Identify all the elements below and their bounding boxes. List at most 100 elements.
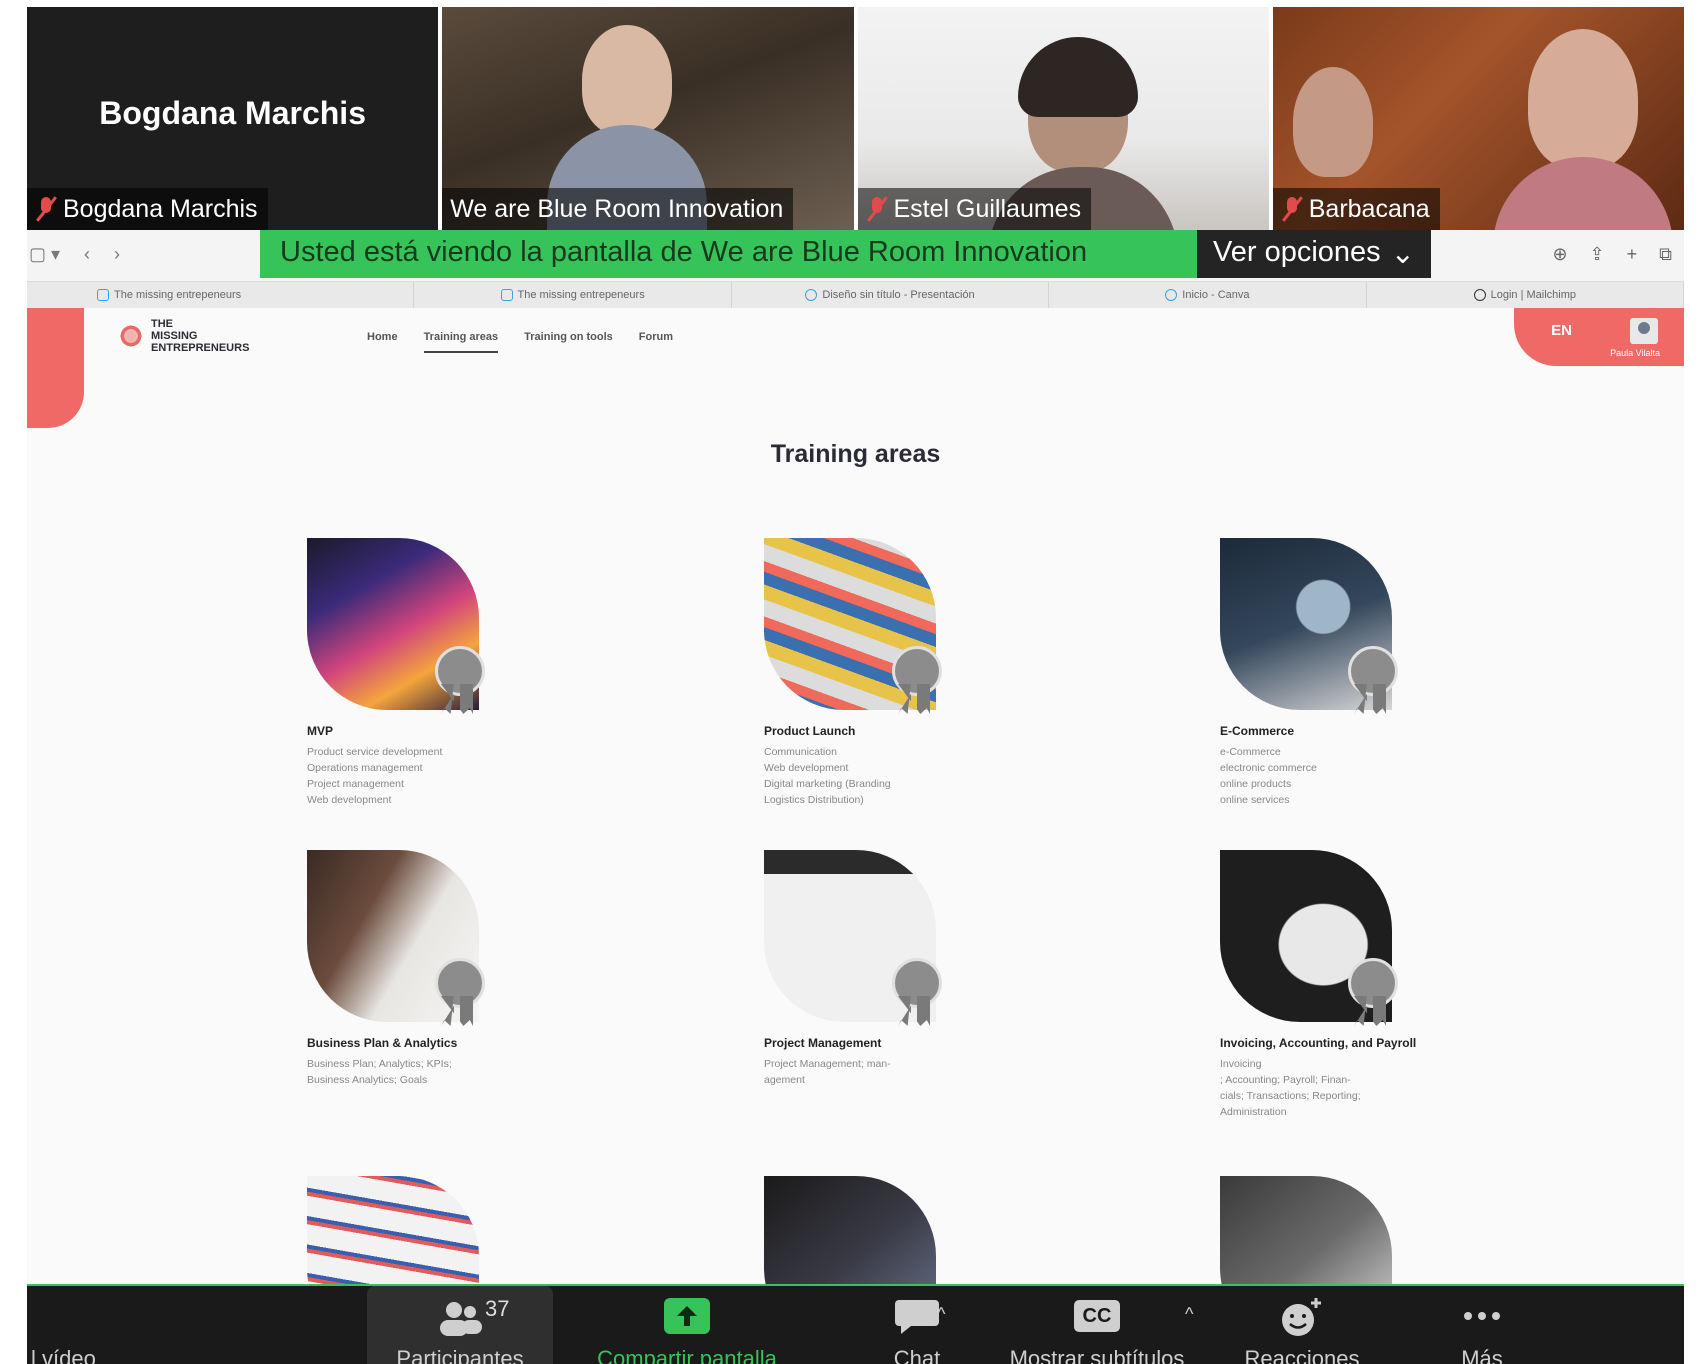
training-card-project-management[interactable]: Project Management Project Management; m…: [764, 850, 964, 1088]
site-logo[interactable]: THE MISSING ENTREPRENEURS: [117, 318, 249, 354]
site-nav: Home Training areas Training on tools Fo…: [367, 331, 673, 353]
card-line: electronic commerce: [1220, 762, 1317, 774]
reactions-button[interactable]: Reacciones: [1227, 1286, 1377, 1364]
training-card-mvp[interactable]: MVP Product service development Operatio…: [307, 538, 507, 808]
sidebar-toggle-icon[interactable]: ▢ ▾: [29, 244, 60, 265]
captions-button[interactable]: CC Mostrar subtítulos: [987, 1286, 1207, 1364]
share-screen-label: Compartir pantalla: [597, 1346, 777, 1364]
video-label: l vídeo: [31, 1346, 96, 1364]
participants-count: 37: [485, 1296, 510, 1321]
browser-tab[interactable]: Login | Mailchimp: [1367, 282, 1685, 308]
share-screen-icon: [664, 1298, 710, 1334]
card-description: e-Commerce electronic commerce online pr…: [1220, 744, 1420, 808]
chat-button[interactable]: Chat: [857, 1286, 977, 1364]
training-card-business-plan[interactable]: Business Plan & Analytics Business Plan;…: [307, 850, 507, 1088]
card-line: Product service development: [307, 746, 443, 758]
card-description: Project Management; man- agement: [764, 1056, 964, 1088]
mic-off-icon: [35, 196, 57, 222]
logo-line: ENTREPRENEURS: [151, 342, 250, 354]
card-line: e-Commerce: [1220, 746, 1281, 758]
badge-icon: [431, 958, 485, 1028]
nav-training-areas[interactable]: Training areas: [423, 331, 499, 353]
captions-options-chevron-icon[interactable]: ^: [1185, 1304, 1193, 1325]
training-card-ecommerce[interactable]: E-Commerce e-Commerce electronic commerc…: [1220, 538, 1420, 808]
tab-label: Diseño sin título - Presentación: [822, 289, 975, 301]
participants-button[interactable]: 37 Participantes: [367, 1286, 553, 1364]
training-card[interactable]: [764, 1176, 964, 1284]
card-description: Business Plan; Analytics; KPIs; Business…: [307, 1056, 507, 1088]
card-title: Product Launch: [764, 724, 856, 738]
language-selector[interactable]: EN: [1551, 322, 1572, 339]
decorative-shape: [27, 308, 84, 428]
card-image: [1220, 1176, 1392, 1284]
nav-forum[interactable]: Forum: [639, 331, 673, 353]
training-card[interactable]: [1220, 1176, 1420, 1284]
video-button[interactable]: l vídeo: [27, 1286, 127, 1364]
card-title: Business Plan & Analytics: [307, 1036, 458, 1050]
download-icon[interactable]: ⊕: [1552, 244, 1567, 265]
zoom-meeting-window: Bogdana Marchis Bogdana Marchis We are B…: [0, 0, 1702, 1364]
name-tag: Bogdana Marchis: [27, 188, 268, 230]
participant-name: Barbacana: [1308, 194, 1430, 223]
training-card-product-launch[interactable]: Product Launch Communication Web develop…: [764, 538, 964, 808]
user-avatar-icon[interactable]: [1630, 318, 1658, 344]
share-screen-button[interactable]: Compartir pantalla: [577, 1286, 797, 1364]
badge-icon: [888, 958, 942, 1028]
view-options-button[interactable]: Ver opciones ⌄: [1197, 230, 1431, 278]
card-description: Communication Web development Digital ma…: [764, 744, 964, 808]
card-line: cials; Transactions; Reporting;: [1220, 1090, 1361, 1102]
video-tile-bogdana[interactable]: Bogdana Marchis Bogdana Marchis: [27, 7, 439, 230]
chat-options-chevron-icon[interactable]: ^: [937, 1304, 945, 1325]
share-icon[interactable]: ⇪: [1590, 244, 1605, 265]
share-message: Usted está viendo la pantalla de We are …: [260, 230, 1197, 278]
card-line: Project management: [307, 778, 404, 790]
tab-label: The missing entrepeneurs: [517, 289, 645, 301]
nav-training-on-tools[interactable]: Training on tools: [524, 331, 613, 353]
reactions-label: Reacciones: [1244, 1346, 1360, 1364]
card-line: Communication: [764, 746, 837, 758]
browser-nav: ▢ ▾ ‹ ›: [29, 244, 120, 265]
forward-icon[interactable]: ›: [114, 244, 120, 265]
card-image: [764, 1176, 936, 1284]
tab-label: The missing entrepeneurs: [114, 289, 242, 301]
participant-name-large: Bogdana Marchis: [99, 95, 366, 131]
back-icon[interactable]: ‹: [84, 244, 90, 265]
people-icon: [440, 1302, 482, 1336]
training-card-invoicing[interactable]: Invoicing, Accounting, and Payroll Invoi…: [1220, 850, 1420, 1120]
video-tile-blue-room[interactable]: We are Blue Room Innovation: [442, 7, 854, 230]
chat-bubble-icon: [895, 1300, 939, 1334]
tab-favicon-icon: [805, 289, 818, 301]
nav-home[interactable]: Home: [367, 331, 398, 353]
browser-tab[interactable]: Inicio - Canva: [1049, 282, 1367, 308]
badge-icon: [1344, 958, 1398, 1028]
tab-label: Login | Mailchimp: [1490, 289, 1577, 301]
page-title: Training areas: [770, 440, 941, 468]
browser-tab[interactable]: Diseño sin título - Presentación: [732, 282, 1050, 308]
card-line: Business Plan; Analytics; KPIs;: [307, 1058, 452, 1070]
card-line: Web development: [764, 762, 849, 774]
tab-favicon-icon: [1165, 289, 1178, 301]
browser-tab[interactable]: The missing entrepeneurs: [27, 282, 415, 308]
name-tag: Estel Guillaumes: [857, 188, 1092, 230]
tabs-overview-icon[interactable]: ⧉: [1659, 244, 1672, 265]
participant-name: Bogdana Marchis: [63, 194, 258, 223]
participant-video: [582, 25, 673, 135]
training-card[interactable]: [307, 1176, 507, 1284]
browser-tab[interactable]: The missing entrepeneurs: [414, 282, 732, 308]
new-tab-icon[interactable]: +: [1627, 244, 1638, 265]
logo-mark-icon: [117, 318, 145, 354]
ellipsis-icon: [1464, 1312, 1500, 1320]
captions-icon-text: CC: [1082, 1305, 1112, 1327]
card-description: Invoicing ; Accounting; Payroll; Finan- …: [1220, 1056, 1420, 1120]
captions-label: Mostrar subtítulos: [1009, 1346, 1185, 1364]
logo-text: THE MISSING ENTREPRENEURS: [151, 318, 249, 354]
captions-icon: CC: [1074, 1300, 1120, 1332]
website-page: EN Paula Vilalta THE MISSING ENTREPRENEU…: [27, 308, 1684, 1284]
user-name: Paula Vilalta: [1610, 348, 1660, 358]
card-line: Web development: [307, 794, 392, 806]
more-button[interactable]: Más: [1427, 1286, 1537, 1364]
video-tile-estel[interactable]: Estel Guillaumes: [857, 7, 1269, 230]
video-tile-barbacana[interactable]: Barbacana: [1272, 7, 1684, 230]
card-line: agement: [764, 1074, 805, 1086]
card-line: Logistics Distribution): [764, 794, 864, 806]
